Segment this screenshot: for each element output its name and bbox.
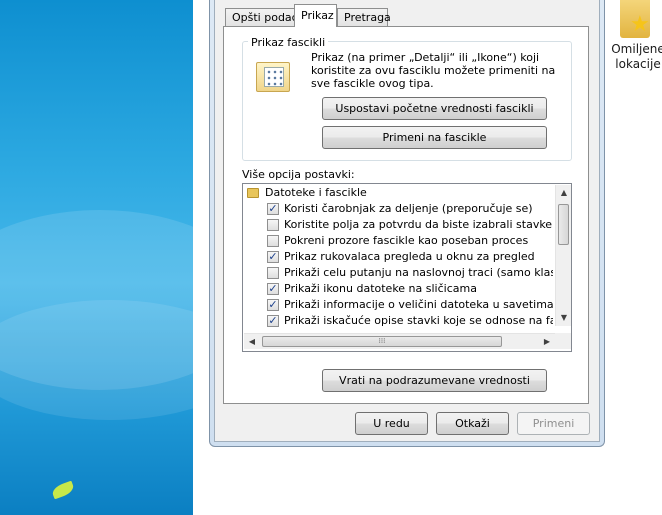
list-item[interactable]: ✓ Prikaz rukovalaca pregleda u oknu za p… <box>243 249 553 265</box>
desktop-background <box>0 0 193 515</box>
scroll-up-icon[interactable]: ▲ <box>556 185 571 201</box>
checkbox-checked[interactable]: ✓ <box>267 299 279 311</box>
list-item-label: Prikaži iskačuće opise stavki koje se od… <box>284 314 553 327</box>
apply-to-folders-button[interactable]: Primeni na fascikle <box>322 126 547 149</box>
restore-defaults-button[interactable]: Vrati na podrazumevane vrednosti <box>322 369 547 392</box>
folder-views-icon <box>256 62 290 92</box>
folder-views-title: Prikaz fascikli <box>248 36 329 49</box>
list-item-label: Prikaz rukovalaca pregleda u oknu za pre… <box>284 250 535 263</box>
tree-root-label: Datoteke i fascikle <box>265 186 367 199</box>
scroll-left-icon[interactable]: ◀ <box>244 334 260 350</box>
checkbox-unchecked[interactable] <box>267 219 279 231</box>
tree-root-files-folders[interactable]: Datoteke i fascikle <box>243 185 553 201</box>
list-item-label: Koristite polja za potvrdu da biste izab… <box>284 218 553 231</box>
checkbox-checked[interactable]: ✓ <box>267 251 279 263</box>
tab-search[interactable]: Pretraga <box>337 8 391 26</box>
advanced-settings-list[interactable]: Datoteke i fascikle ✓ Koristi čarobnjak … <box>242 183 572 352</box>
horizontal-scrollbar[interactable]: ◀ ⁞⁞⁞ ▶ <box>244 333 555 349</box>
list-item[interactable]: ✓ Prikaži iskačuće opise stavki koje se … <box>243 313 553 329</box>
scroll-right-icon[interactable]: ▶ <box>539 334 555 350</box>
list-item-label: Koristi čarobnjak za deljenje (preporuču… <box>284 202 533 215</box>
list-item[interactable]: ✓ Koristi čarobnjak za deljenje (preporu… <box>243 201 553 217</box>
checkbox-checked[interactable]: ✓ <box>267 203 279 215</box>
scrollbar-corner <box>555 333 571 349</box>
cancel-button[interactable]: Otkaži <box>436 412 509 435</box>
folder-views-description: Prikaz (na primer „Detalji“ ili „Ikone“)… <box>311 51 556 90</box>
apply-button[interactable]: Primeni <box>517 412 590 435</box>
vertical-scrollbar[interactable]: ▲ ▼ <box>555 185 571 326</box>
list-item[interactable]: Koristite polja za potvrdu da biste izab… <box>243 217 553 233</box>
desktop-background-right <box>605 0 662 515</box>
tab-general[interactable]: Opšti podaci <box>225 8 301 26</box>
vertical-scroll-thumb[interactable] <box>558 204 569 245</box>
checkbox-checked[interactable]: ✓ <box>267 315 279 327</box>
reset-folders-button[interactable]: Uspostavi početne vrednosti fascikli <box>322 97 547 120</box>
tab-view[interactable]: Prikaz <box>294 4 337 27</box>
list-item[interactable]: ✓ Prikaži ikonu datoteke na sličicama <box>243 281 553 297</box>
favorites-label[interactable]: Omiljene lokacije <box>608 42 662 72</box>
list-item[interactable]: Pokreni prozore fascikle kao poseban pro… <box>243 233 553 249</box>
list-item[interactable]: Prikaži celu putanju na naslovnoj traci … <box>243 265 553 281</box>
list-item[interactable]: ✓ Prikaži informacije o veličini datotek… <box>243 297 553 313</box>
checkbox-unchecked[interactable] <box>267 235 279 247</box>
list-item-label: Prikaži celu putanju na naslovnoj traci … <box>284 266 553 279</box>
list-item-label: Prikaži informacije o veličini datoteka … <box>284 298 553 311</box>
advanced-settings-label: Više opcija postavki: <box>242 168 355 181</box>
checkbox-checked[interactable]: ✓ <box>267 283 279 295</box>
list-item-label: Prikaži ikonu datoteke na sličicama <box>284 282 477 295</box>
view-grid-icon <box>264 67 284 87</box>
desktop-swirl <box>0 300 193 420</box>
star-icon: ★ <box>630 12 650 37</box>
checkbox-unchecked[interactable] <box>267 267 279 279</box>
ok-button[interactable]: U redu <box>355 412 428 435</box>
list-item-label: Pokreni prozore fascikle kao poseban pro… <box>284 234 529 247</box>
scroll-down-icon[interactable]: ▼ <box>556 310 571 326</box>
folder-icon <box>247 188 259 198</box>
bird-decoration-icon <box>50 480 76 500</box>
horizontal-scroll-thumb[interactable]: ⁞⁞⁞ <box>262 336 502 347</box>
